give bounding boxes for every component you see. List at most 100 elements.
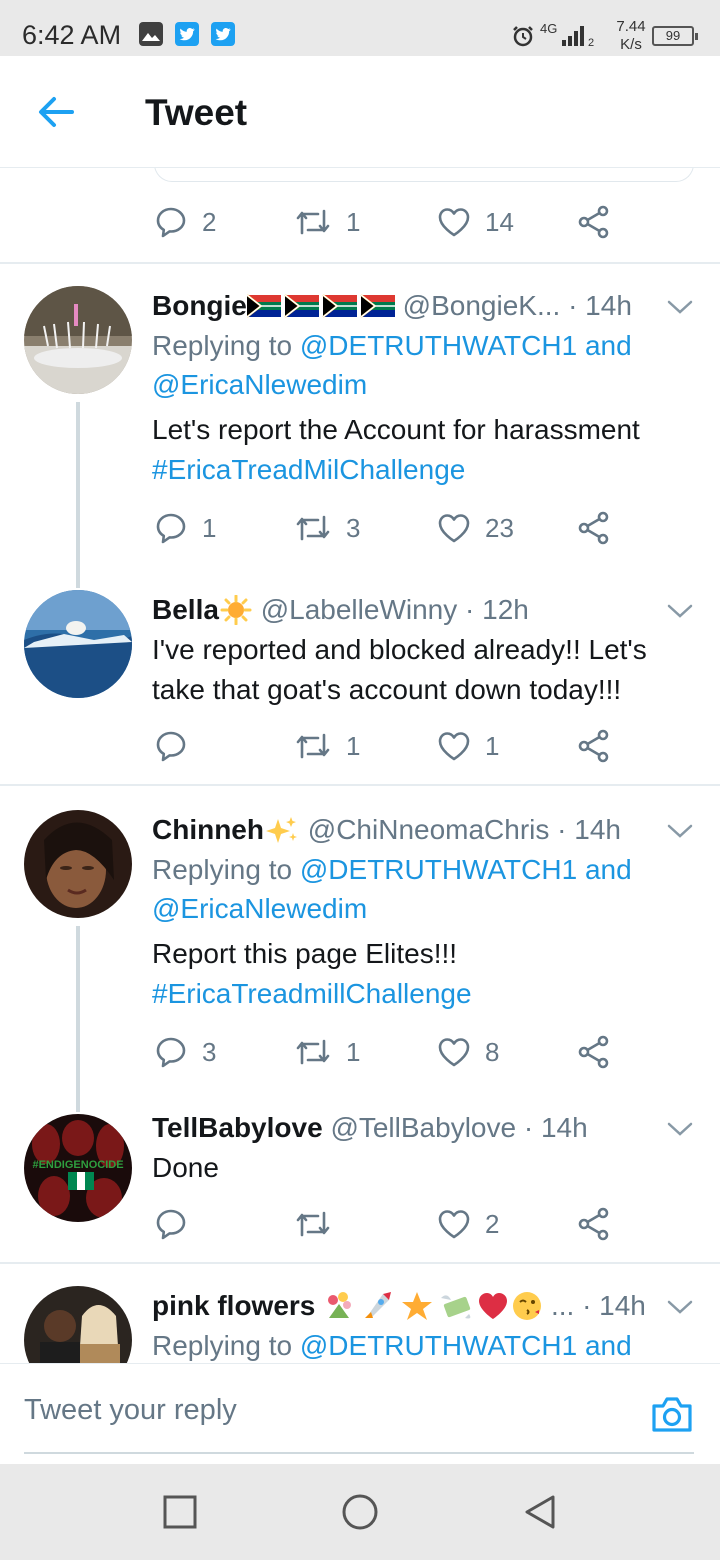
share-button[interactable]: [577, 1204, 611, 1244]
tweet-text: Report this page Elites!!! #EricaTreadmi…: [152, 934, 702, 1014]
circle-icon: [342, 1494, 378, 1530]
tweet-time: · 14h: [557, 814, 621, 845]
avatar-text: #ENDIGENOCIDE: [32, 1159, 123, 1171]
share-icon: [578, 1035, 609, 1069]
replying-to: Replying to @DETRUTHWATCH1 and: [152, 1326, 692, 1364]
home-button[interactable]: [340, 1494, 380, 1539]
display-name[interactable]: TellBabylove: [152, 1112, 323, 1143]
retweet-button[interactable]: 1: [294, 726, 360, 766]
retweet-button[interactable]: [294, 1204, 346, 1244]
hashtag-link[interactable]: #EricaTreadmillChallenge: [152, 978, 472, 1009]
retweet-button[interactable]: 3: [294, 508, 360, 548]
retweet-icon: [296, 733, 330, 759]
more-options-button[interactable]: [666, 1298, 694, 1321]
reply-icon: [156, 1209, 186, 1240]
more-options-button[interactable]: [666, 602, 694, 625]
bouquet-emoji-icon: [328, 1291, 352, 1318]
share-button[interactable]: [577, 508, 611, 548]
recents-button[interactable]: [162, 1494, 198, 1535]
reply-tweet[interactable]: Bongie @BongieK... · 14h Replying to @DE…: [0, 286, 720, 588]
like-button[interactable]: 14: [437, 202, 514, 242]
reply-tweet[interactable]: Chinneh @ChiNneomaChris · 14h Replying t…: [0, 810, 720, 1112]
more-options-button[interactable]: [666, 1120, 694, 1143]
retweet-icon: [296, 209, 330, 235]
reply-button[interactable]: [154, 1204, 202, 1244]
tweet-text: Done: [152, 1148, 702, 1188]
share-icon: [578, 729, 609, 763]
replying-prefix: Replying to: [152, 854, 293, 885]
heart-icon: [438, 208, 470, 237]
avatar[interactable]: [24, 810, 132, 918]
tweet-body: I've reported and blocked already!! Let'…: [152, 634, 647, 665]
share-button[interactable]: [577, 726, 611, 766]
input-underline: [24, 1452, 694, 1454]
tweet-thread[interactable]: 2 1 14 Bongie @BongieK... · 14h Replying…: [0, 168, 720, 1364]
retweet-button[interactable]: 1: [294, 1032, 360, 1072]
share-icon: [578, 511, 609, 545]
alarm-icon: [511, 24, 535, 53]
share-button[interactable]: [577, 202, 611, 242]
user-handle[interactable]: ...: [551, 1290, 574, 1321]
reply-button[interactable]: 3: [154, 1032, 216, 1072]
triangle-back-icon: [525, 1495, 555, 1529]
reply-input[interactable]: Tweet your reply: [24, 1394, 237, 1427]
more-options-button[interactable]: [666, 822, 694, 845]
hashtag-link[interactable]: #EricaTreadMilChallenge: [152, 454, 465, 485]
top-app-bar: Tweet: [0, 56, 720, 168]
reply-tweet[interactable]: Bella @LabelleWinny · 12h I've reported …: [0, 590, 720, 780]
retweet-icon: [296, 1039, 330, 1065]
chevron-down-icon: [667, 1300, 693, 1314]
mention-link[interactable]: @DETRUTHWATCH1 and: [300, 854, 632, 885]
arrow-left-icon: [39, 97, 74, 127]
like-count: 1: [485, 730, 500, 761]
tweet-time: · 14h: [568, 290, 632, 321]
reply-button[interactable]: 2: [154, 202, 216, 242]
tweet-time: · 12h: [465, 594, 529, 625]
mention-link[interactable]: @EricaNlewedim: [152, 369, 367, 400]
red-heart-emoji-icon: [479, 1292, 508, 1319]
reply-button[interactable]: 1: [154, 508, 216, 548]
sparkles-emoji-icon: [266, 816, 297, 843]
twitter-notification-icon: [211, 22, 235, 46]
share-button[interactable]: [577, 1032, 611, 1072]
retweet-button[interactable]: 1: [294, 202, 360, 242]
reply-tweet[interactable]: #ENDIGENOCIDE TellBabylove @TellBabylove…: [0, 1108, 720, 1258]
reply-tweet[interactable]: pink flowers ... · 14h Replying to @DETR…: [0, 1286, 720, 1364]
mention-link[interactable]: @EricaNlewedim: [152, 893, 367, 924]
media-card-partial[interactable]: [154, 168, 694, 182]
display-name[interactable]: Bella: [152, 594, 219, 625]
retweet-count: 1: [346, 1036, 361, 1067]
reply-button[interactable]: [154, 726, 202, 766]
like-button[interactable]: 23: [437, 508, 514, 548]
avatar[interactable]: [24, 286, 132, 394]
network-speed: 7.44 K/s: [614, 18, 648, 54]
avatar[interactable]: #ENDIGENOCIDE: [24, 1114, 132, 1222]
share-icon: [578, 1207, 609, 1241]
display-name[interactable]: Chinneh: [152, 814, 264, 845]
rocket-emoji-icon: [365, 1291, 392, 1318]
tweet-header: Bongie @BongieK... · 14h: [152, 286, 672, 326]
avatar[interactable]: [24, 590, 132, 698]
back-button[interactable]: [34, 94, 78, 130]
heart-icon: [438, 732, 470, 761]
more-options-button[interactable]: [666, 298, 694, 321]
like-button[interactable]: 8: [437, 1032, 499, 1072]
avatar[interactable]: [24, 1286, 132, 1364]
tweet-text: I've reported and blocked already!! Let'…: [152, 630, 702, 710]
camera-button[interactable]: [650, 1394, 694, 1439]
mention-link[interactable]: @DETRUTHWATCH1 and: [300, 1330, 632, 1361]
display-name[interactable]: Bongie: [152, 290, 247, 321]
like-count: 2: [485, 1208, 500, 1239]
status-time: 6:42 AM: [22, 20, 122, 50]
display-name[interactable]: pink flowers: [152, 1290, 315, 1321]
reply-count: 3: [202, 1036, 217, 1067]
user-handle[interactable]: @BongieK...: [403, 290, 561, 321]
user-handle[interactable]: @LabelleWinny: [261, 594, 458, 625]
like-button[interactable]: 1: [437, 726, 499, 766]
user-handle[interactable]: @ChiNneomaChris: [308, 814, 550, 845]
kiss-face-emoji-icon: [513, 1291, 542, 1320]
mention-link[interactable]: @DETRUTHWATCH1 and: [300, 330, 632, 361]
user-handle[interactable]: @TellBabylove: [330, 1112, 516, 1143]
system-back-button[interactable]: [522, 1494, 558, 1537]
like-button[interactable]: 2: [437, 1204, 499, 1244]
